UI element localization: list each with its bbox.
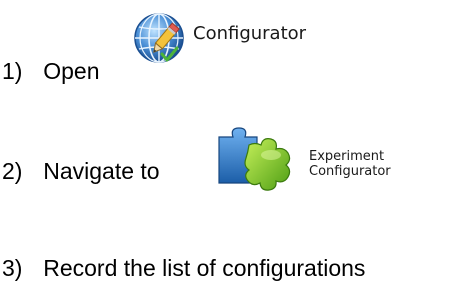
globe-pencil-icon [132, 10, 190, 68]
step-1: 1) Open [2, 57, 100, 85]
experiment-configurator-label-line2: Configurator [309, 164, 391, 179]
experiment-configurator-label: Experiment Configurator [309, 149, 391, 179]
step-3-number: 3) [2, 255, 23, 281]
step-1-number: 1) [2, 58, 23, 84]
step-2: 2) Navigate to [2, 157, 160, 185]
configurator-label: Configurator [193, 23, 307, 44]
puzzle-pieces-icon [213, 123, 303, 191]
step-3-text: Record the list of configurations [43, 255, 366, 281]
step-1-text: Open [43, 58, 100, 84]
step-3: 3) Record the list of configurations [2, 254, 365, 282]
step-2-number: 2) [2, 158, 23, 184]
step-2-text: Navigate to [43, 158, 160, 184]
experiment-configurator-label-line1: Experiment [309, 149, 385, 164]
